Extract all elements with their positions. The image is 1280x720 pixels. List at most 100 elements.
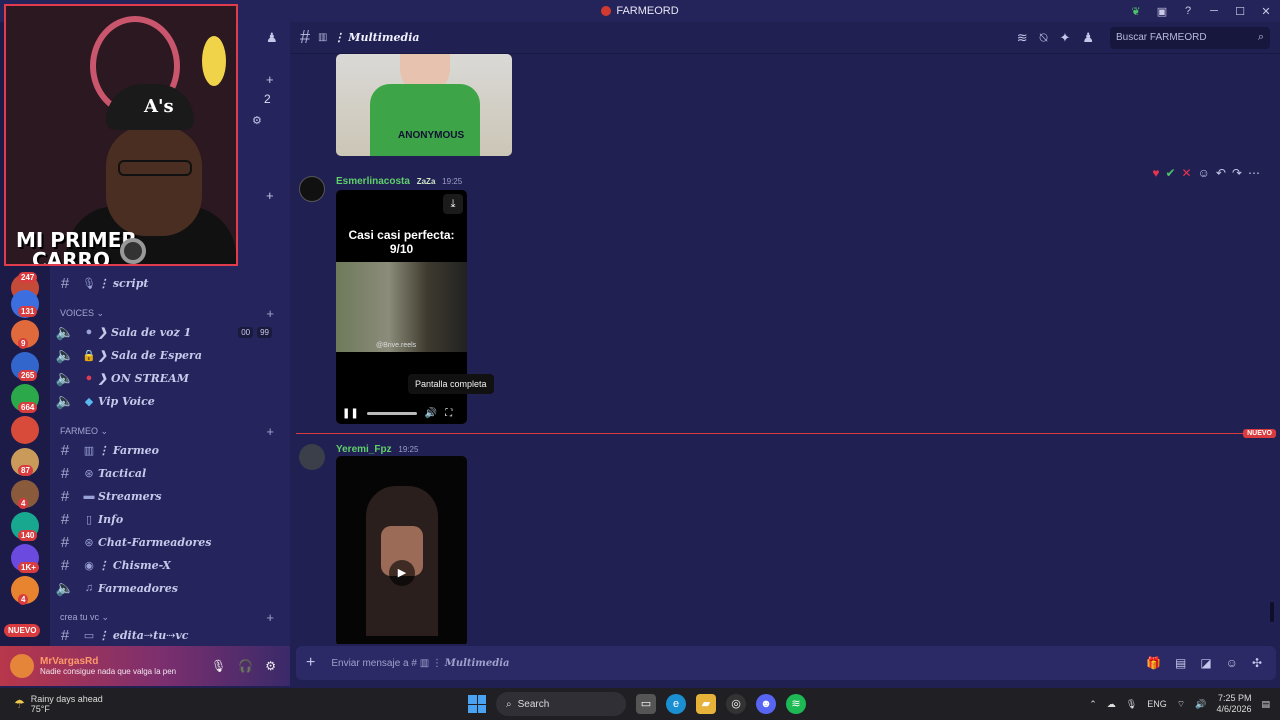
voice-channel[interactable]: 🔈 ● ❯ Sala de voz 1 00 99: [50, 321, 290, 343]
maximize-button[interactable]: ☐: [1234, 5, 1246, 18]
channel-info[interactable]: # ▯ Info: [50, 508, 290, 530]
scrollbar[interactable]: [1270, 602, 1274, 622]
category-farmeo[interactable]: FARMEO ⌄ +: [50, 422, 290, 440]
image-attachment[interactable]: ANONYMOUS: [336, 54, 512, 156]
inbox-icon[interactable]: ▣: [1156, 5, 1168, 18]
forward-icon[interactable]: ↷: [1232, 166, 1242, 180]
folder-icon[interactable]: ▰: [696, 694, 716, 714]
plus-icon[interactable]: +: [266, 72, 274, 87]
message-composer[interactable]: + Enviar mensaje a # ▥ ⋮ Multimedia 🎁 ▤ …: [296, 646, 1276, 680]
image-text: ANONYMOUS: [398, 130, 465, 141]
channel-chat-farmeadores[interactable]: # ⊛ Chat-Farmeadores: [50, 531, 290, 553]
channel-farmeo[interactable]: # ▥ ⋮ Farmeo: [50, 439, 290, 461]
channel-streamers[interactable]: # ▬ Streamers: [50, 485, 290, 507]
channel-tactical[interactable]: # ⊛ Tactical: [50, 462, 290, 484]
add-attachment-button[interactable]: +: [306, 654, 315, 672]
x-icon[interactable]: ✕: [1182, 166, 1192, 180]
help-icon[interactable]: ?: [1182, 5, 1194, 17]
check-icon[interactable]: ✔: [1165, 166, 1175, 180]
settings-icon[interactable]: ⚙: [265, 659, 276, 673]
weather-temp: 75°F: [30, 704, 50, 714]
close-button[interactable]: ✕: [1260, 5, 1272, 18]
mute-bell-icon[interactable]: ⍉: [1040, 30, 1048, 46]
hash-icon: #: [60, 626, 70, 644]
clock[interactable]: 7:25 PM 4/6/2026: [1216, 693, 1251, 715]
channel-chisme-x[interactable]: # ◉ ⋮ Chisme-X: [50, 554, 290, 576]
mic-icon[interactable]: 🎙: [211, 659, 226, 673]
volume-icon[interactable]: 🔊: [425, 408, 437, 419]
category-voices[interactable]: VOICES ⌄ +: [50, 304, 290, 322]
taskbar-search[interactable]: ⌕ Search: [496, 692, 626, 716]
plus-icon[interactable]: +: [266, 424, 274, 439]
more-icon[interactable]: ⋯: [1248, 166, 1260, 180]
download-icon[interactable]: ⤓: [443, 194, 463, 214]
plus-icon[interactable]: +: [266, 610, 274, 625]
voice-user-count: 00 99: [238, 326, 272, 338]
new-unread-pill[interactable]: NUEVO: [4, 624, 41, 637]
edge-icon[interactable]: e: [666, 694, 686, 714]
channel-name: ❯ Sala de voz 1: [98, 325, 192, 339]
message-actions: ♥ ✔ ✕ ☺ ↶ ↷ ⋯: [1152, 166, 1260, 180]
reply-icon[interactable]: ↶: [1216, 166, 1226, 180]
emoji-icon[interactable]: ☺: [1198, 166, 1210, 180]
channel-name: Tactical: [98, 466, 147, 480]
channel-farmeadores[interactable]: 🔈 ♫ Farmeadores: [50, 577, 290, 599]
channel-script[interactable]: # 🎙 ⋮ script: [50, 272, 290, 294]
message-author[interactable]: Yeremi_Fpz: [336, 444, 392, 455]
heart-icon[interactable]: ♥: [1152, 166, 1159, 180]
plus-icon[interactable]: +: [266, 306, 274, 321]
voice-channel[interactable]: 🔈 ◆ Vip Voice: [50, 390, 290, 412]
gif-icon[interactable]: ▤: [1175, 656, 1186, 670]
language-indicator[interactable]: ENG: [1147, 699, 1167, 709]
channel-emoji: ♫: [84, 582, 94, 594]
spotify-icon[interactable]: ≋: [786, 694, 806, 714]
emoji-icon[interactable]: ☺: [1226, 656, 1238, 670]
voice-channel[interactable]: 🔈 ● ❯ ON STREAM: [50, 367, 290, 389]
discord-icon[interactable]: ☻: [756, 694, 776, 714]
sticker-icon[interactable]: ◪: [1200, 656, 1211, 670]
pause-icon[interactable]: ❚❚: [342, 408, 359, 419]
plus-icon[interactable]: +: [266, 188, 274, 203]
leaf-icon[interactable]: ❦: [1130, 5, 1142, 18]
channel-emoji: ▭: [83, 629, 95, 642]
volume-icon[interactable]: 🔊: [1195, 699, 1206, 710]
search-input[interactable]: Buscar FARMEORD ⌕: [1110, 26, 1270, 49]
taskbar: ☂ Rainy days ahead 75°F ⌕ Search ▭ e ▰ ◎…: [0, 688, 1280, 720]
server-icon[interactable]: [11, 416, 39, 444]
minimize-button[interactable]: ─: [1208, 5, 1220, 17]
fullscreen-icon[interactable]: ⛶: [445, 408, 452, 419]
gift-icon[interactable]: 🎁: [1146, 656, 1161, 670]
weather-widget[interactable]: ☂ Rainy days ahead 75°F: [14, 694, 103, 714]
settings-icon[interactable]: ⚙: [252, 114, 262, 127]
message-author[interactable]: Esmerlinacosta: [336, 176, 410, 187]
role-tag: ZaZa: [416, 177, 436, 186]
voice-channel[interactable]: 🔈 🔒 ❯ Sala de Espera: [50, 344, 290, 366]
threads-icon[interactable]: ≋: [1017, 30, 1028, 46]
video-attachment[interactable]: ▶: [336, 456, 467, 644]
headphones-icon[interactable]: 🎧: [238, 659, 253, 673]
mention-badge: 2: [264, 92, 271, 106]
pin-icon[interactable]: ✦: [1059, 30, 1070, 46]
avatar[interactable]: [10, 654, 34, 678]
channel-edita-tu-vc[interactable]: # ▭ ⋮ edita⇢tu⇢vc: [50, 624, 290, 646]
category-name: crea tu vc ⌄: [60, 611, 110, 622]
network-icon[interactable]: ☁: [1107, 699, 1116, 710]
notification-icon[interactable]: ▤: [1261, 699, 1270, 710]
task-view-icon[interactable]: ▭: [636, 694, 656, 714]
wifi-icon[interactable]: ⌔: [1177, 699, 1185, 710]
start-button[interactable]: [468, 695, 486, 713]
app-logo-icon: [601, 6, 612, 16]
play-icon[interactable]: ▶: [389, 560, 415, 586]
progress-bar[interactable]: [366, 411, 417, 415]
mic-icon[interactable]: 🎙: [1126, 699, 1137, 710]
chevron-up-icon[interactable]: ⌃: [1089, 699, 1097, 710]
members-icon[interactable]: ♟: [1082, 30, 1094, 46]
apps-icon[interactable]: ✣: [1252, 656, 1262, 670]
add-friend-icon[interactable]: ♟: [266, 30, 278, 46]
user-panel: MrVargasRd Nadie consigue nada que valga…: [0, 646, 290, 686]
channel-name: ❯ ON STREAM: [98, 371, 189, 385]
channel-emoji: ▥: [83, 444, 95, 457]
obs-icon[interactable]: ◎: [726, 694, 746, 714]
avatar[interactable]: [299, 444, 325, 470]
avatar[interactable]: [299, 176, 325, 202]
